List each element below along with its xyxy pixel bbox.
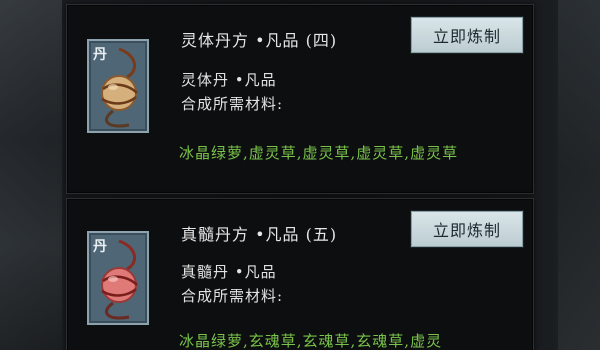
recipe-card: 丹 灵体丹方 •凡品 (四) 立即炼制 灵体丹 •凡品 合成所需材料: 冰晶绿萝… (66, 4, 534, 194)
craft-now-button[interactable]: 立即炼制 (411, 17, 523, 53)
background-left (0, 0, 62, 350)
materials-label: 合成所需材料: (181, 95, 284, 113)
recipe-title: 真髓丹方 •凡品 (五) (181, 225, 338, 244)
materials-list: 冰晶绿萝,虚灵草,虚灵草,虚灵草,虚灵草 (179, 144, 459, 162)
materials-list: 冰晶绿萝,玄魂草,玄魂草,玄魂草,虚灵 (179, 332, 443, 350)
pill-icon (101, 47, 138, 128)
pill-item-icon[interactable]: 丹 (87, 39, 149, 133)
item-name: 真髓丹 •凡品 (181, 263, 277, 281)
materials-label: 合成所需材料: (181, 287, 284, 305)
alchemy-recipe-panel: 丹 灵体丹方 •凡品 (四) 立即炼制 灵体丹 •凡品 合成所需材料: 冰晶绿萝… (0, 0, 600, 350)
recipe-card: 丹 真髓丹方 •凡品 (五) 立即炼制 真髓丹 •凡品 合成所需材料: 冰晶绿萝… (66, 198, 534, 350)
recipe-title: 灵体丹方 •凡品 (四) (181, 31, 338, 50)
background-right (558, 0, 600, 350)
item-name: 灵体丹 •凡品 (181, 71, 277, 89)
pill-icon (101, 239, 138, 320)
craft-now-button[interactable]: 立即炼制 (411, 211, 523, 247)
pill-item-icon[interactable]: 丹 (87, 231, 149, 325)
